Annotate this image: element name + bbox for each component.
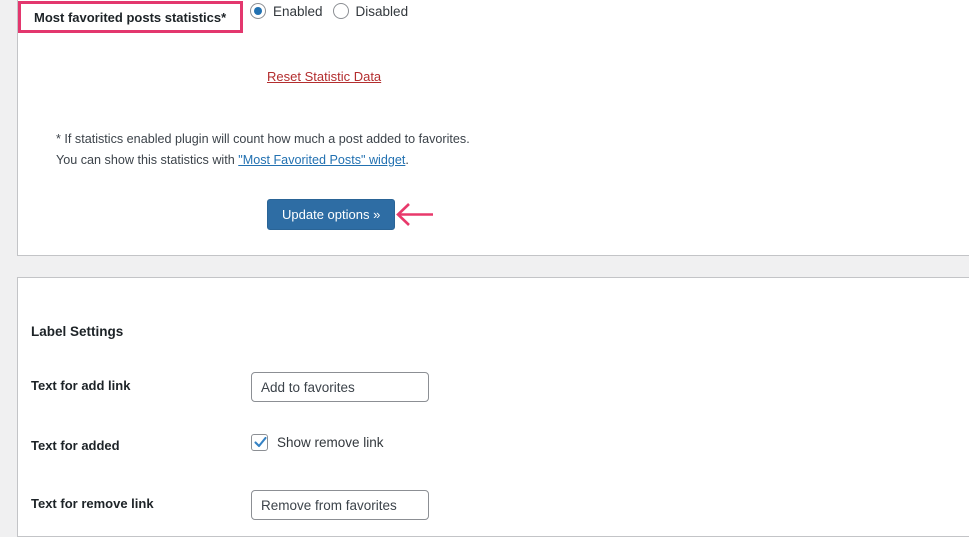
radio-option-enabled[interactable]: Enabled [250, 3, 323, 19]
text-for-remove-link-input[interactable] [251, 490, 429, 520]
text-for-add-link-input[interactable] [251, 372, 429, 402]
text-for-added-label: Text for added [31, 438, 120, 453]
statistics-radio-group: Enabled Disabled [250, 3, 418, 19]
most-favorited-posts-statistics-label: Most favorited posts statistics* [18, 1, 243, 33]
statistics-note-line-2-prefix: You can show this statistics with [56, 153, 239, 167]
statistics-label-text: Most favorited posts statistics* [34, 9, 227, 25]
field-row-text-for-added: Text for added Show remove link [18, 432, 969, 462]
label-settings-heading: Label Settings [31, 324, 124, 339]
radio-enabled-icon[interactable] [250, 3, 266, 19]
text-for-remove-link-label: Text for remove link [31, 496, 154, 511]
radio-disabled-icon[interactable] [332, 3, 349, 19]
checkmark-icon [254, 436, 267, 448]
reset-statistic-data-link[interactable]: Reset Statistic Data [267, 69, 381, 84]
statistics-note-line-2: You can show this statistics with "Most … [56, 150, 470, 171]
radio-enabled-label: Enabled [273, 3, 323, 19]
show-remove-link-checkbox[interactable] [251, 434, 268, 451]
pointer-arrow-annotation [393, 199, 435, 230]
arrow-left-icon [396, 203, 433, 226]
statistics-setting-row: Most favorited posts statistics* Enabled… [18, 1, 969, 35]
field-row-text-for-add-link: Text for add link [18, 372, 969, 402]
label-settings-panel: Label Settings Text for add link Text fo… [17, 277, 969, 537]
radio-disabled-label: Disabled [355, 3, 409, 19]
show-remove-link-checkbox-row[interactable]: Show remove link [251, 434, 384, 451]
most-favorited-posts-widget-link[interactable]: "Most Favorited Posts" widget [238, 153, 405, 167]
text-for-add-link-label: Text for add link [31, 378, 131, 393]
show-remove-link-label: Show remove link [277, 435, 384, 450]
radio-option-disabled[interactable]: Disabled [332, 3, 409, 19]
statistics-note: * If statistics enabled plugin will coun… [56, 129, 470, 171]
statistics-settings-panel: Most favorited posts statistics* Enabled… [17, 0, 969, 256]
field-row-text-for-remove-link: Text for remove link [18, 490, 969, 520]
statistics-note-line-2-suffix: . [405, 153, 409, 167]
statistics-note-line-1: * If statistics enabled plugin will coun… [56, 132, 470, 146]
update-options-button[interactable]: Update options » [267, 199, 396, 230]
